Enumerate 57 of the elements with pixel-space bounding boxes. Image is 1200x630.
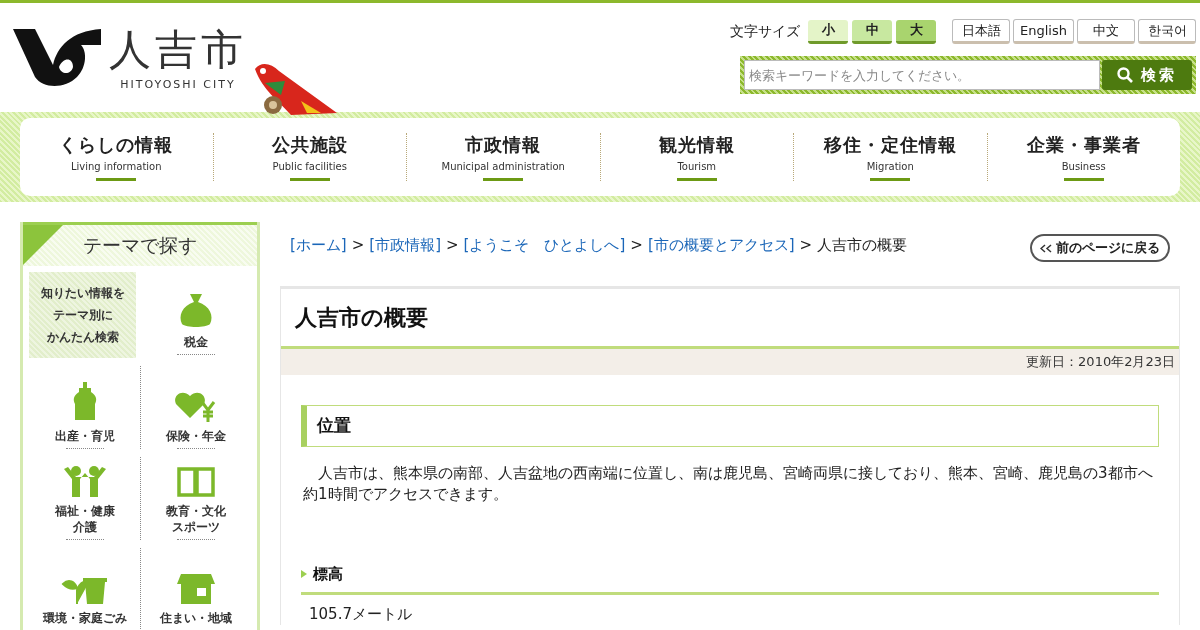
language-button[interactable]: 中文 [1077, 19, 1135, 44]
breadcrumb-separator: > [799, 235, 813, 256]
font-size-label: 文字サイズ [730, 22, 801, 41]
body-text: 人吉市は、熊本県の南部、人吉盆地の西南端に位置し、南は鹿児島、宮崎両県に接しており、熊本、宮崎、鹿児島の3都市へ約1時間でアクセスできます。 [302, 463, 1154, 505]
nav-item[interactable]: くらしの情報 Living information [20, 133, 213, 181]
nav-underline [676, 178, 717, 181]
theme-link[interactable]: 税金 [177, 272, 214, 352]
breadcrumb-separator: > [351, 235, 365, 256]
search-button[interactable]: 検索 [1102, 60, 1192, 90]
breadcrumb-link[interactable]: [ホーム] [290, 234, 347, 257]
nav-item[interactable]: 企業・事業者 Business [986, 133, 1180, 181]
updated-date: 更新日：2010年2月23日 [1026, 353, 1175, 372]
language-button[interactable]: 한국어 [1138, 19, 1196, 44]
back-button[interactable]: 前のページに戻る [1030, 234, 1170, 262]
breadcrumb-link[interactable]: [市の概要とアクセス] [647, 234, 795, 257]
theme-link[interactable]: 住まい・地域 [160, 548, 232, 628]
breadcrumb-link[interactable]: [市政情報] [369, 234, 441, 257]
nav-item[interactable]: 市政情報 Municipal administration [406, 133, 600, 181]
nav-item[interactable]: 移住・定住情報 Migration [793, 133, 987, 181]
subsection-heading: 標高 [301, 563, 1159, 595]
nav-underline [289, 178, 330, 181]
theme-link[interactable]: 出産・育児 [54, 366, 115, 446]
baby-bottle-icon [72, 382, 97, 422]
nav-underline [483, 178, 524, 181]
nav-item[interactable]: 公共施設 Public facilities [212, 133, 406, 181]
breadcrumb-link[interactable]: [ようこそ ひとよしへ] [463, 234, 626, 257]
breadcrumb-separator: > [446, 235, 459, 256]
double-arrow-icon [1040, 243, 1052, 253]
book-icon [177, 467, 215, 497]
theme-link[interactable]: 環境・家庭ごみ [42, 548, 127, 628]
breadcrumb-separator: > [630, 235, 643, 256]
sidebar-title: テーマで探す [83, 233, 197, 259]
theme-link[interactable]: 教育・文化 スポーツ [166, 457, 226, 537]
logo-subtitle: HITOYOSHI CITY [120, 77, 236, 93]
theme-link[interactable]: 福祉・健康 介護 [54, 457, 115, 537]
section-heading: 位置 [301, 405, 1159, 447]
nav-item[interactable]: 観光情報 Tourism [599, 133, 793, 181]
people-icon [61, 463, 108, 497]
house-icon [177, 572, 215, 604]
search-icon [1117, 67, 1133, 83]
logo-icon [13, 27, 101, 89]
theme-link[interactable]: 保険・年金 [166, 366, 226, 446]
font-size-button[interactable]: 小 [808, 19, 849, 44]
triangle-bullet-icon [301, 570, 307, 579]
font-size-button[interactable]: 中 [852, 19, 893, 44]
nav-underline [1063, 178, 1104, 181]
logo-text: 人吉市 [109, 27, 247, 73]
font-size-button[interactable]: 大 [896, 19, 937, 44]
subsection-text: 105.7メートル [308, 603, 413, 625]
language-button[interactable]: 日本語 [952, 19, 1011, 44]
corner-triangle-icon [23, 225, 63, 265]
language-button[interactable]: English [1013, 19, 1074, 44]
search-field[interactable]: 検索キーワードを入力してください。 [744, 60, 1100, 90]
nav-underline [870, 178, 911, 181]
intro-tile: 知りたい情報を テーマ別に かんたん検索 [29, 272, 136, 358]
nav-underline [96, 178, 137, 181]
breadcrumb-current: 人吉市の概要 [817, 235, 908, 256]
